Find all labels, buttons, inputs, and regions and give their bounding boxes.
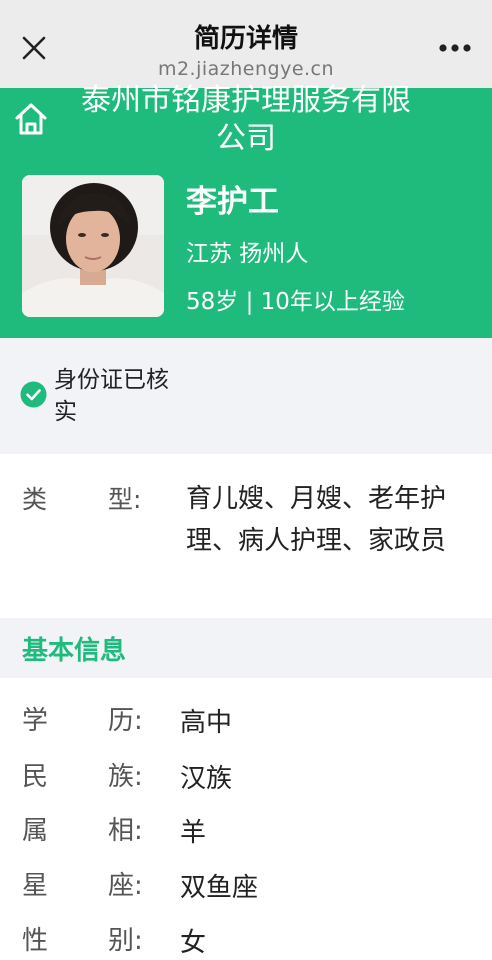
info-label-1: 属 (22, 816, 49, 846)
info-label-2: 族: (108, 762, 143, 792)
info-label-2: 别: (108, 926, 143, 956)
info-row-constellation: 星 座: 双鱼座 (0, 865, 492, 919)
page-title: 简历详情 (193, 24, 298, 54)
info-label-2: 相: (108, 816, 143, 846)
info-row-ethnicity: 民 族: 汉族 (0, 756, 492, 810)
more-button[interactable] (430, 28, 480, 68)
more-icon (439, 44, 471, 52)
check-circle-icon (20, 381, 47, 408)
avatar-photo (22, 175, 164, 317)
info-value: 汉族 (180, 764, 233, 794)
browser-topbar: 简历详情 m2.jiazhengye.cn (0, 0, 492, 88)
info-label-1: 性 (22, 926, 49, 956)
profile-header: 泰州市铭康护理服务有限公司 李护工 江苏 扬州人 58岁 | 10年以上经验 (0, 83, 492, 338)
info-label-1: 学 (22, 706, 49, 736)
info-value: 羊 (180, 818, 207, 848)
info-value: 女 (180, 928, 207, 958)
info-row-education: 学 历: 高中 (0, 700, 492, 754)
worker-age-experience: 58岁 | 10年以上经验 (186, 289, 405, 315)
info-label-1: 星 (22, 871, 49, 901)
info-row-gender: 性 别: 女 (0, 920, 492, 960)
info-value: 高中 (180, 708, 233, 738)
service-type-value: 育儿嫂、月嫂、老年护理、病人护理、家政员 (186, 484, 447, 556)
info-value: 双鱼座 (180, 873, 259, 903)
info-label-1: 民 (22, 762, 49, 792)
avatar (22, 175, 164, 317)
basic-info-title: 基本信息 (22, 636, 127, 666)
service-type-label-2: 型: (108, 485, 142, 514)
worker-origin: 江苏 扬州人 (186, 241, 309, 267)
verification-section: 身份证已核实 (0, 338, 492, 454)
home-icon (15, 103, 47, 135)
info-label-2: 座: (108, 871, 143, 901)
id-verified-text: 身份证已核实 (54, 367, 169, 425)
service-type-row: 类 型: 育儿嫂、月嫂、老年护理、病人护理、家政员 (0, 454, 492, 618)
home-button[interactable] (10, 98, 52, 140)
company-name: 泰州市铭康护理服务有限公司 (81, 83, 411, 156)
info-row-zodiac: 属 相: 羊 (0, 810, 492, 864)
page-url: m2.jiazhengye.cn (157, 58, 335, 80)
service-type-label-1: 类 (22, 485, 48, 514)
info-label-2: 历: (108, 706, 143, 736)
basic-info-header: 基本信息 (0, 618, 492, 678)
worker-name: 李护工 (186, 184, 279, 220)
